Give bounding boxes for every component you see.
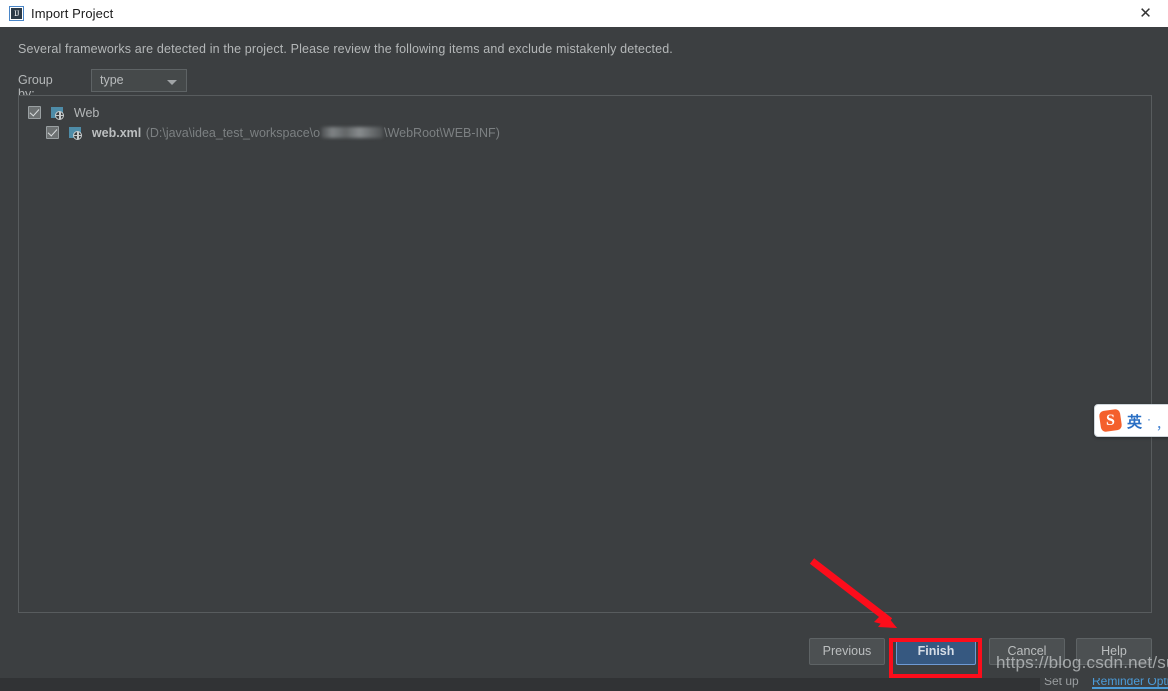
frameworks-tree-panel[interactable]: Web web.xml (D:\java\idea_test_workspace… xyxy=(18,95,1152,613)
finish-button[interactable]: Finish xyxy=(896,638,976,665)
title-bar: IJ Import Project ✕ xyxy=(0,0,1168,28)
tree-row[interactable]: web.xml (D:\java\idea_test_workspace\o \W… xyxy=(46,124,500,144)
checkbox-web-xml[interactable] xyxy=(46,126,59,140)
dialog-description: Several frameworks are detected in the p… xyxy=(18,42,673,56)
checkbox-web[interactable] xyxy=(28,106,41,120)
intellij-idea-glyph: IJ xyxy=(11,8,22,19)
background-text-underline xyxy=(1092,687,1168,689)
cancel-button[interactable]: Cancel xyxy=(989,638,1065,665)
background-window-strip: Set up Reminder Opti xyxy=(0,678,1168,691)
sogou-logo-letter: S xyxy=(1106,412,1115,429)
dialog-button-bar: Previous Finish Cancel Help xyxy=(0,627,1168,679)
close-icon: ✕ xyxy=(1139,4,1152,22)
group-by-select[interactable]: type xyxy=(91,69,187,92)
tree-node-label: Web xyxy=(73,105,100,120)
dialog-body: Several frameworks are detected in the p… xyxy=(0,27,1168,691)
web-xml-icon xyxy=(68,126,83,140)
ime-mode-indicator[interactable]: 英 xyxy=(1127,411,1142,432)
import-project-dialog: IJ Import Project ✕ Several frameworks a… xyxy=(0,0,1168,691)
group-by-value: type xyxy=(100,73,124,87)
sogou-logo-icon: S xyxy=(1098,408,1123,433)
redacted-path-segment xyxy=(321,127,384,139)
tree-node-path-suffix: \WebRoot\WEB-INF) xyxy=(384,125,500,140)
background-text-setup: Set up xyxy=(1044,678,1079,688)
help-button[interactable]: Help xyxy=(1076,638,1152,665)
tree-node-path-prefix: (D:\java\idea_test_workspace\o xyxy=(145,125,321,140)
ime-punctuation-icon[interactable]: ， xyxy=(1156,414,1168,433)
sogou-ime-toolbar[interactable]: S 英 · ， xyxy=(1094,404,1168,437)
ime-dot-icon: · xyxy=(1147,412,1151,426)
tree-node-label: web.xml xyxy=(91,125,142,140)
background-strip-left xyxy=(0,678,1040,691)
web-framework-icon xyxy=(50,106,65,120)
intellij-idea-icon: IJ xyxy=(9,6,24,21)
previous-button[interactable]: Previous xyxy=(809,638,885,665)
tree-row[interactable]: Web xyxy=(28,104,99,124)
close-button[interactable]: ✕ xyxy=(1123,0,1168,27)
window-title: Import Project xyxy=(31,6,114,21)
chevron-down-icon xyxy=(167,80,177,85)
